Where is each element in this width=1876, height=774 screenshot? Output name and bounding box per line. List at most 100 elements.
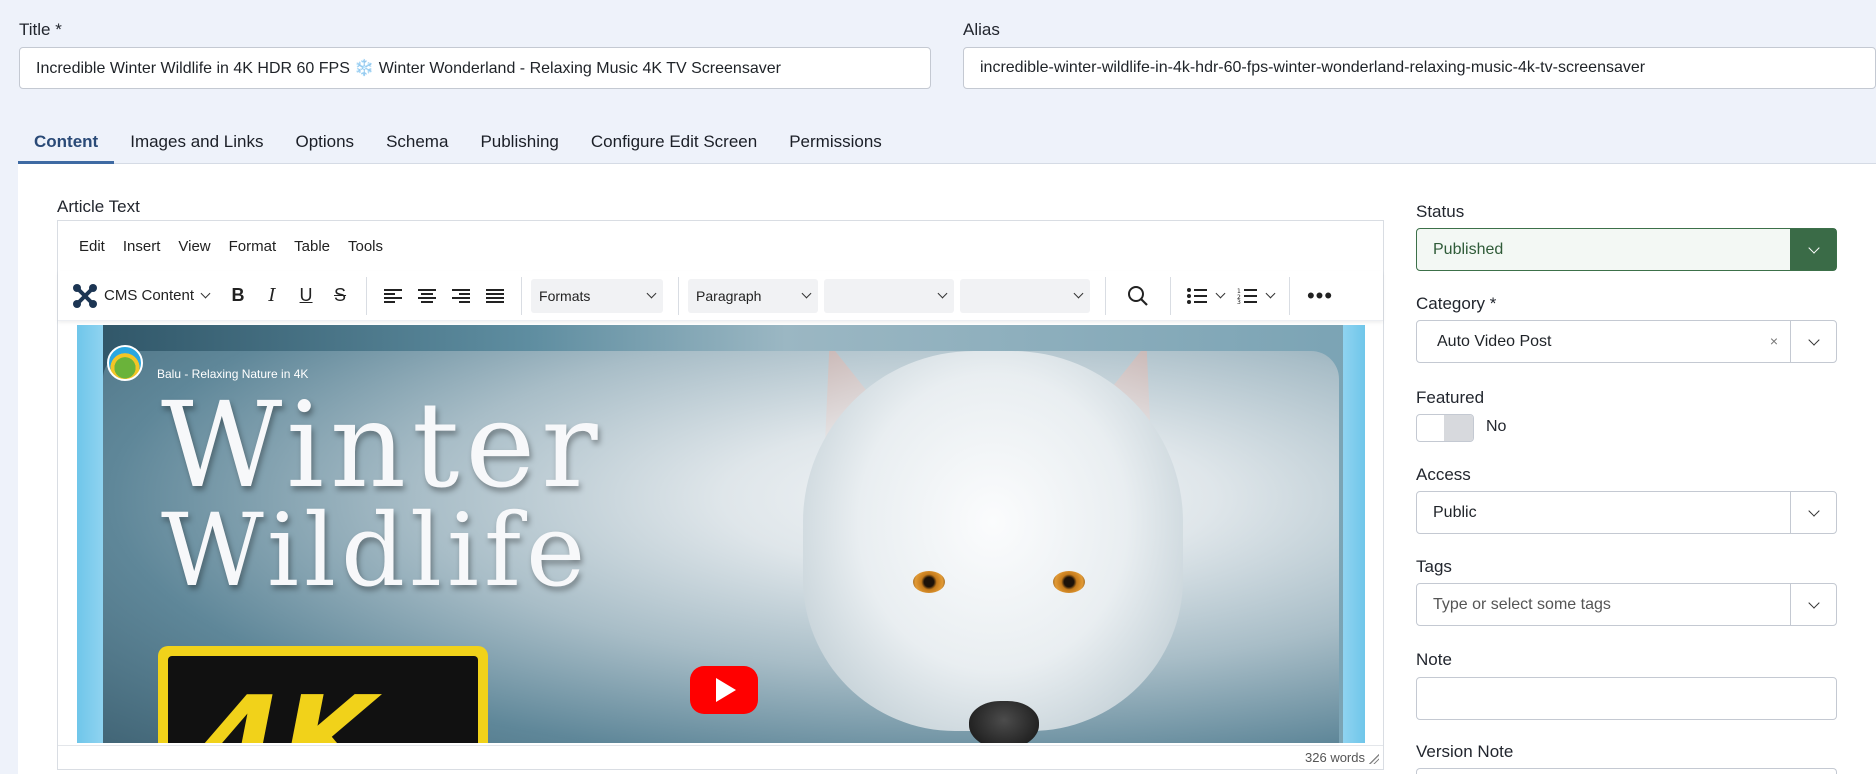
tab-publishing[interactable]: Publishing	[464, 120, 574, 164]
title-input[interactable]: Incredible Winter Wildlife in 4K HDR 60 …	[19, 47, 931, 89]
access-label: Access	[1416, 465, 1471, 484]
font-size-dropdown[interactable]	[960, 278, 1091, 313]
bold-button[interactable]: B	[221, 279, 255, 313]
align-right-button[interactable]	[444, 279, 478, 313]
category-caret[interactable]	[1790, 321, 1836, 362]
status-select[interactable]: Published	[1416, 228, 1837, 271]
4k-badge: 4K	[158, 646, 488, 743]
access-select[interactable]: Public	[1416, 491, 1837, 534]
tags-placeholder: Type or select some tags	[1433, 595, 1611, 613]
featured-value: No	[1486, 418, 1507, 435]
toolbar-divider	[1105, 276, 1107, 315]
tab-configure-edit-screen[interactable]: Configure Edit Screen	[575, 120, 773, 164]
svg-text:3: 3	[1237, 299, 1241, 304]
embedded-video[interactable]: Winter Wildlife 4K Balu - Relaxing Natur…	[77, 325, 1365, 743]
italic-button[interactable]: I	[255, 279, 289, 313]
align-right-icon	[452, 288, 471, 303]
chevron-down-icon	[1073, 288, 1084, 299]
chevron-down-icon	[801, 288, 812, 299]
alias-input[interactable]: incredible-winter-wildlife-in-4k-hdr-60-…	[963, 47, 1876, 89]
numbered-list-icon: 123	[1237, 288, 1257, 304]
clear-icon[interactable]: ×	[1770, 333, 1778, 349]
chevron-down-icon	[1807, 596, 1820, 609]
chevron-down-icon	[646, 288, 657, 299]
access-caret[interactable]	[1790, 492, 1836, 533]
tags-select[interactable]: Type or select some tags	[1416, 583, 1837, 626]
alias-label: Alias	[963, 20, 1000, 39]
toolbar-divider	[678, 276, 680, 315]
title-label: Title *	[19, 20, 62, 39]
menu-edit[interactable]: Edit	[70, 238, 114, 255]
formats-dropdown[interactable]: Formats	[531, 278, 664, 313]
editor-menubar: Edit Insert View Format Table Tools	[58, 221, 392, 271]
tab-content[interactable]: Content	[18, 120, 115, 164]
rich-text-editor: Edit Insert View Format Table Tools CMS …	[57, 220, 1384, 770]
chevron-down-icon	[1807, 241, 1820, 254]
video-frame-edge	[77, 325, 103, 743]
menu-tools[interactable]: Tools	[339, 238, 392, 255]
tab-permissions[interactable]: Permissions	[773, 120, 898, 164]
access-value: Public	[1433, 503, 1477, 521]
numbered-list-button[interactable]: 123	[1230, 279, 1280, 313]
cms-content-button[interactable]: CMS Content	[72, 279, 215, 313]
tab-images-and-links[interactable]: Images and Links	[114, 120, 279, 164]
menu-format[interactable]: Format	[220, 238, 286, 255]
formats-label: Formats	[539, 287, 591, 304]
toolbar-divider	[1289, 276, 1291, 315]
align-center-icon	[418, 288, 437, 303]
search-replace-button[interactable]	[1121, 279, 1155, 313]
align-center-button[interactable]	[410, 279, 444, 313]
block-format-label: Paragraph	[696, 287, 762, 304]
chevron-down-icon	[937, 288, 948, 299]
toolbar-divider	[1170, 276, 1172, 315]
tags-label: Tags	[1416, 557, 1452, 576]
status-value: Published	[1433, 240, 1504, 258]
editor-statusbar: 326 words	[58, 745, 1383, 769]
wolf-nose	[969, 701, 1039, 743]
wolf-eye	[913, 571, 945, 593]
tab-schema[interactable]: Schema	[370, 120, 464, 164]
note-input[interactable]	[1416, 677, 1837, 720]
font-family-dropdown[interactable]	[824, 278, 955, 313]
toggle-knob	[1444, 415, 1473, 441]
toolbar-divider	[521, 276, 523, 315]
block-format-dropdown[interactable]: Paragraph	[688, 278, 819, 313]
more-tools-button[interactable]: •••	[1303, 279, 1337, 313]
strikethrough-button[interactable]: S	[323, 279, 357, 313]
article-text-label: Article Text	[57, 197, 140, 216]
tags-caret[interactable]	[1790, 584, 1836, 625]
underline-button[interactable]: U	[289, 279, 323, 313]
wolf-eye	[1053, 571, 1085, 593]
video-frame-edge	[1343, 325, 1365, 743]
tab-options[interactable]: Options	[279, 120, 370, 164]
toolbar-divider	[366, 276, 368, 315]
joomla-icon	[73, 283, 97, 308]
channel-name[interactable]: Balu - Relaxing Nature in 4K	[157, 367, 308, 381]
align-justify-button[interactable]	[478, 279, 512, 313]
bullet-list-button[interactable]	[1180, 279, 1230, 313]
menu-view[interactable]: View	[169, 238, 219, 255]
category-select[interactable]: Auto Video Post ×	[1416, 320, 1837, 363]
chevron-down-icon	[1807, 333, 1820, 346]
align-left-button[interactable]	[376, 279, 410, 313]
menu-table[interactable]: Table	[285, 238, 339, 255]
featured-toggle[interactable]	[1416, 414, 1474, 442]
featured-label: Featured	[1416, 388, 1485, 407]
version-note-input[interactable]	[1416, 768, 1837, 774]
chevron-down-icon	[1215, 288, 1225, 299]
search-icon	[1128, 285, 1148, 306]
category-label: Category *	[1416, 294, 1497, 313]
note-label: Note	[1416, 650, 1452, 669]
channel-info: Balu - Relaxing Nature in 4K	[107, 345, 308, 381]
bullet-list-icon	[1186, 287, 1207, 304]
youtube-play-icon[interactable]	[690, 666, 758, 714]
status-caret[interactable]	[1790, 229, 1836, 270]
chevron-down-icon	[1807, 504, 1820, 517]
channel-avatar[interactable]	[107, 345, 143, 381]
version-note-label: Version Note	[1416, 742, 1514, 761]
status-label: Status	[1416, 202, 1465, 221]
category-value: Auto Video Post	[1437, 332, 1552, 350]
menu-insert[interactable]: Insert	[114, 238, 170, 255]
editor-toolbar: CMS Content B I U S Formats Paragraph 1 …	[58, 271, 1383, 321]
resize-handle-icon[interactable]	[1369, 754, 1379, 764]
